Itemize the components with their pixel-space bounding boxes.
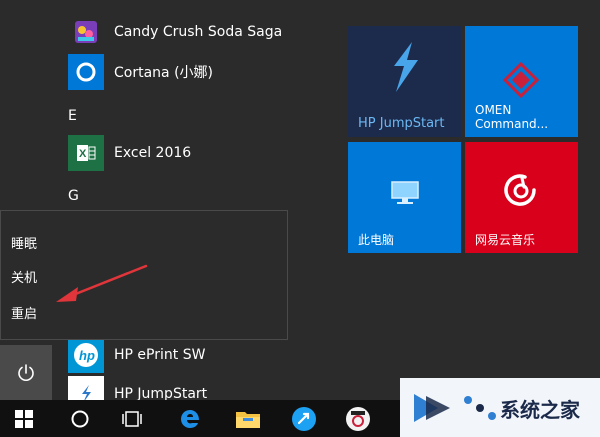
- tile-label: 网易云音乐: [475, 233, 536, 247]
- excel-icon: X: [68, 135, 104, 171]
- power-option-restart[interactable]: 重启: [11, 303, 37, 322]
- edge-icon: [181, 409, 199, 428]
- xitongzhijia-logo-icon: [414, 394, 496, 422]
- file-explorer-button[interactable]: [224, 400, 272, 437]
- task-view-icon: [122, 410, 142, 427]
- start-left-rail: [0, 0, 52, 400]
- sync-app-icon: [292, 406, 316, 431]
- power-flyout-menu: 睡眠 关机 重启: [0, 210, 288, 340]
- tile-label: OMEN Command...: [475, 103, 549, 131]
- app-label: Cortana (小娜): [114, 65, 213, 81]
- netease-music-icon: [504, 174, 536, 206]
- app-list: Candy Crush Soda Saga Cortana (小娜) E X E…: [52, 0, 342, 412]
- file-explorer-icon: [236, 411, 260, 428]
- section-letter-e[interactable]: E: [68, 108, 77, 124]
- svg-text:X: X: [79, 148, 87, 160]
- start-menu: Candy Crush Soda Saga Cortana (小娜) E X E…: [0, 0, 600, 412]
- watermark-text: 系统之家: [500, 398, 580, 422]
- browser-app-button[interactable]: [334, 400, 382, 437]
- windows-start-button[interactable]: [0, 400, 48, 437]
- candy-crush-icon: [68, 14, 104, 50]
- windows-start-icon: [15, 409, 33, 428]
- browser-app-icon: [346, 406, 370, 431]
- omen-icon: [503, 62, 539, 98]
- app-item-candy-crush[interactable]: Candy Crush Soda Saga: [68, 14, 282, 50]
- computer-icon: [391, 181, 419, 204]
- power-option-sleep[interactable]: 睡眠: [11, 233, 37, 252]
- edge-browser-button[interactable]: [166, 400, 214, 437]
- section-letter-g[interactable]: G: [68, 188, 79, 204]
- sync-app-button[interactable]: [280, 400, 328, 437]
- hp-logo-icon: hp: [68, 337, 104, 373]
- power-option-shutdown[interactable]: 关机: [11, 267, 37, 286]
- cortana-icon: [68, 54, 104, 90]
- tile-omen-command[interactable]: OMEN Command...: [465, 26, 578, 137]
- watermark-logo: 系统之家: [400, 378, 600, 437]
- task-view-button[interactable]: [108, 400, 156, 437]
- tile-label: 此电脑: [358, 233, 395, 247]
- app-label: Candy Crush Soda Saga: [114, 24, 283, 40]
- app-label: Excel 2016: [114, 145, 192, 161]
- app-label: HP ePrint SW: [114, 347, 206, 363]
- cortana-search-button[interactable]: [56, 400, 104, 437]
- tile-netease-music[interactable]: 网易云音乐: [465, 142, 578, 253]
- power-button[interactable]: [0, 345, 52, 400]
- app-item-hp-eprint[interactable]: hp HP ePrint SW: [68, 337, 205, 373]
- cortana-search-icon: [71, 410, 89, 427]
- app-item-cortana[interactable]: Cortana (小娜): [68, 54, 213, 90]
- tile-hp-jumpstart[interactable]: HP JumpStart: [348, 26, 461, 137]
- tile-label: HP JumpStart: [358, 116, 445, 131]
- tile-this-pc[interactable]: 此电脑: [348, 142, 461, 253]
- hp-jumpstart-tile-icon: [394, 42, 418, 92]
- app-item-excel[interactable]: X Excel 2016: [68, 135, 191, 171]
- svg-text:hp: hp: [79, 348, 95, 363]
- power-icon: [18, 363, 34, 381]
